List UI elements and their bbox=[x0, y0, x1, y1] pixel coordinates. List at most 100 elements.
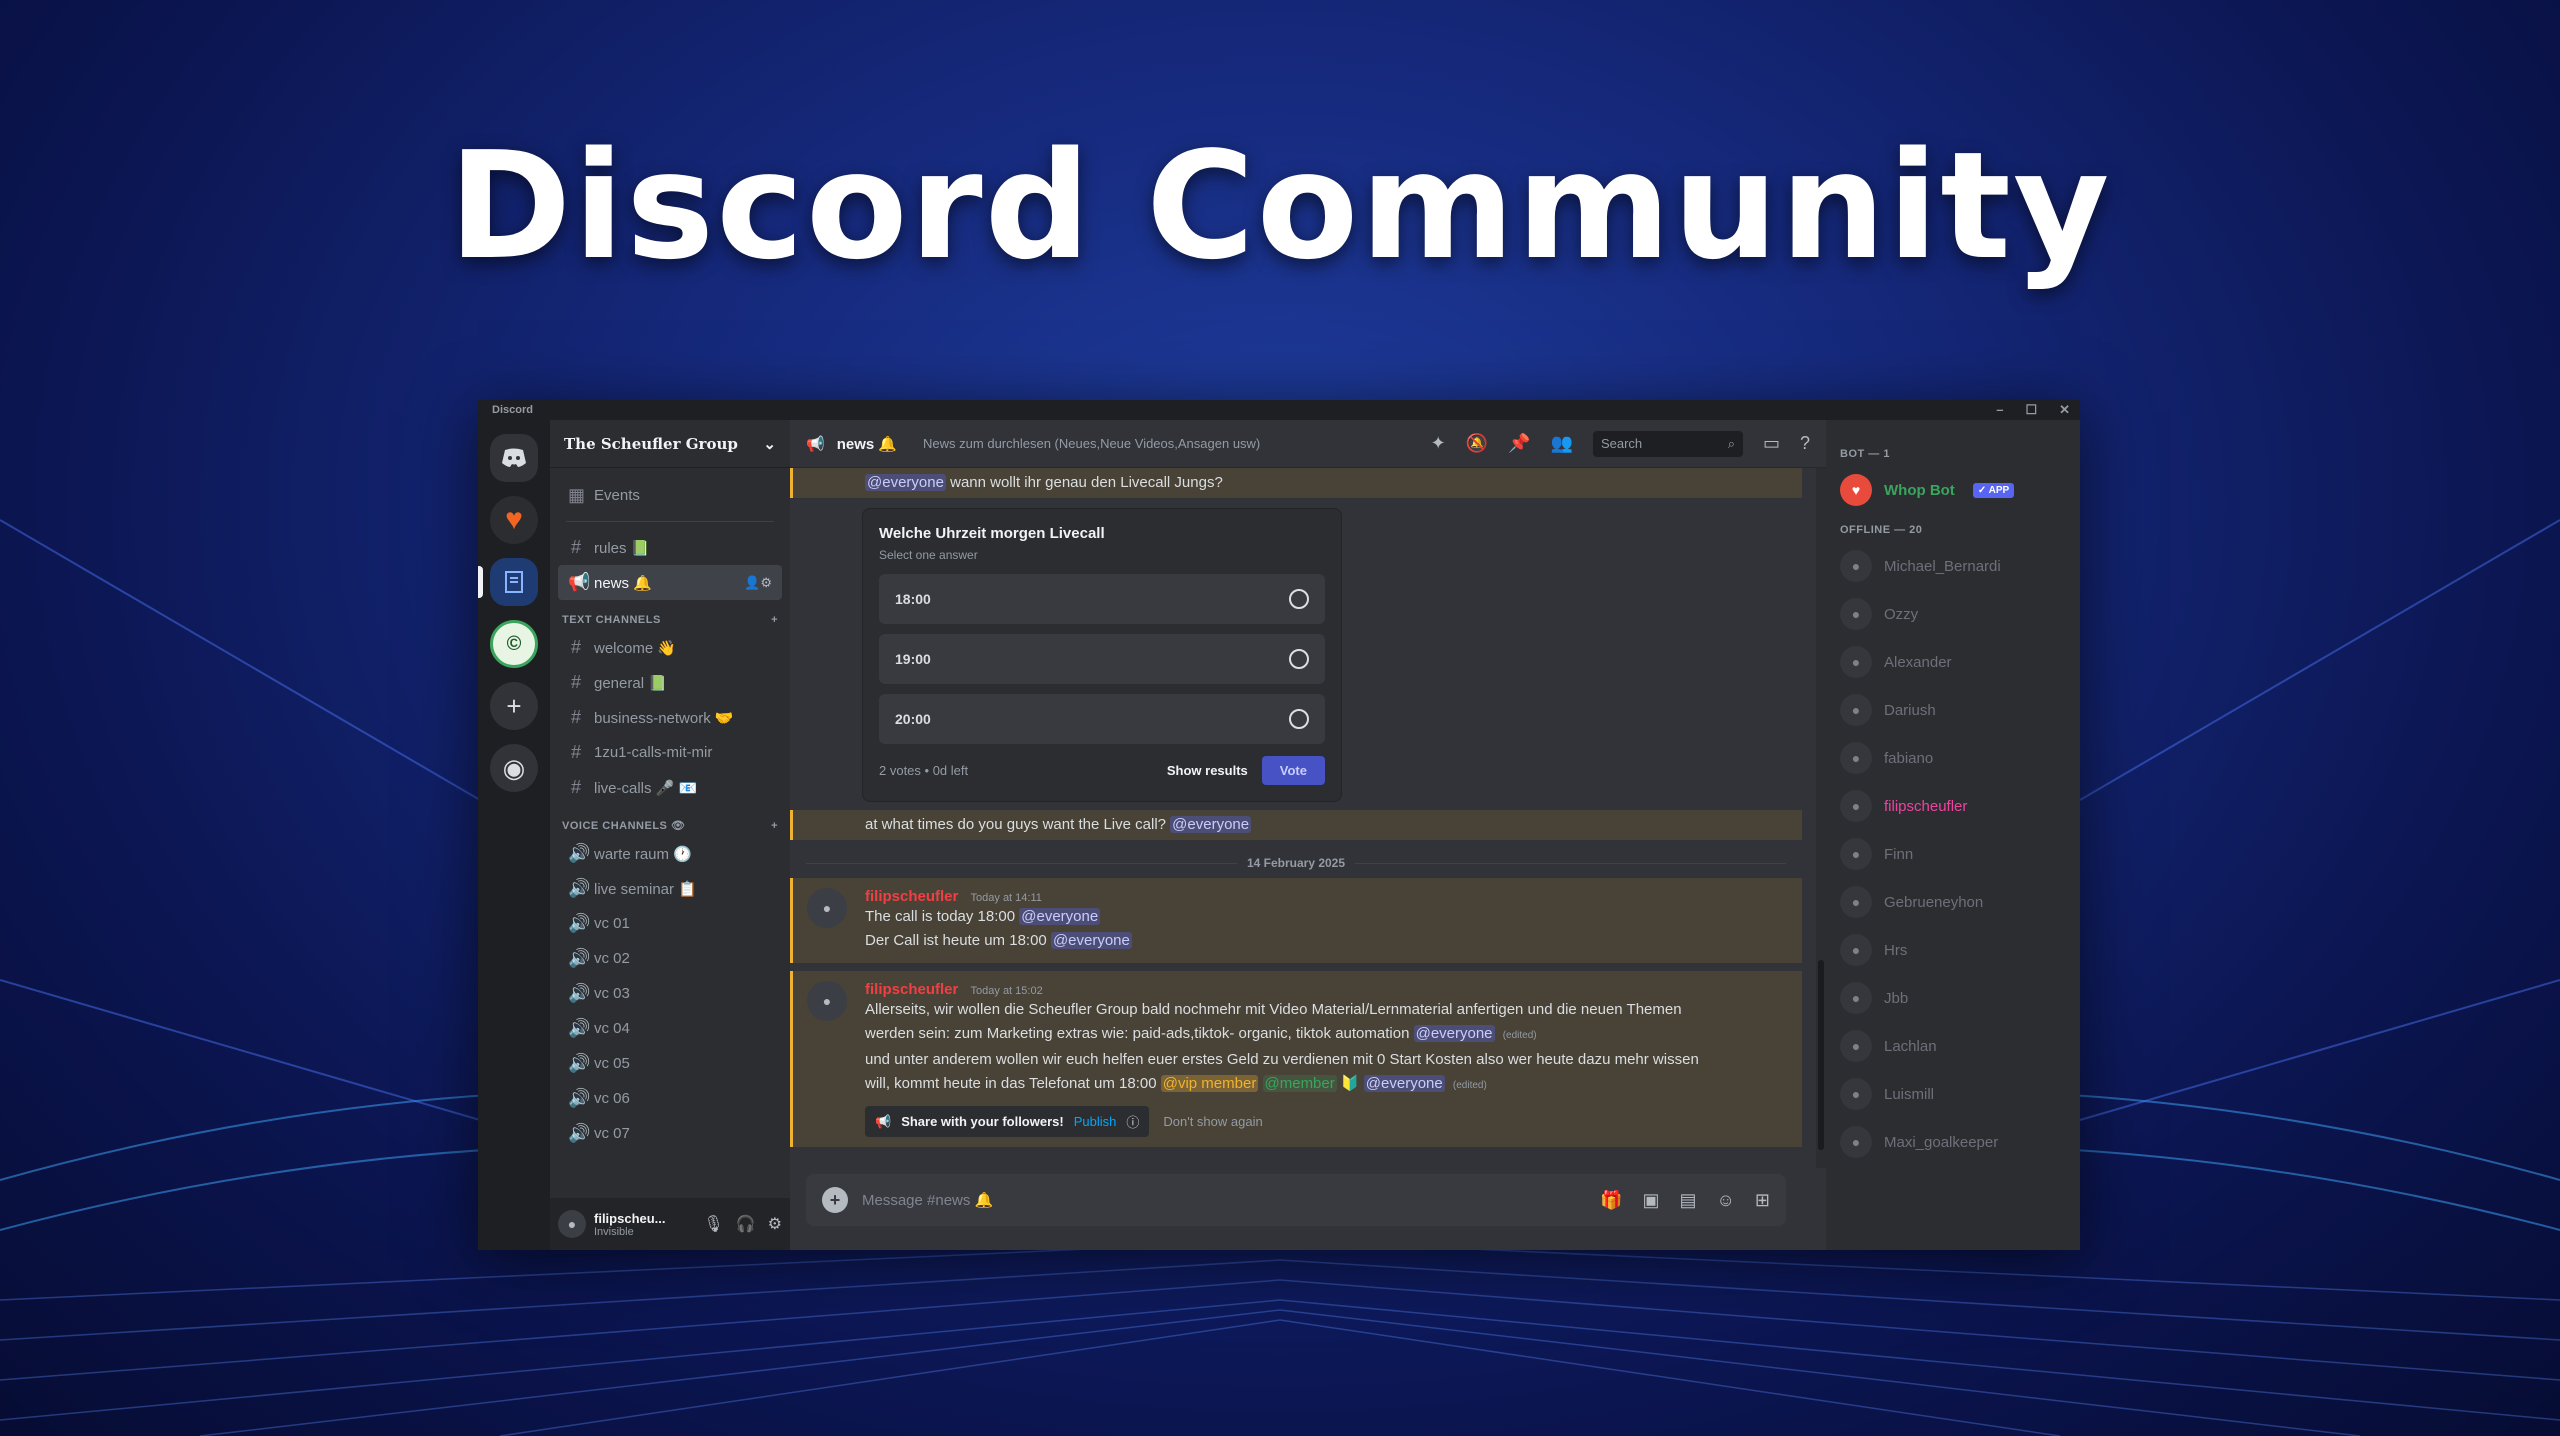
server-icon-scheufler-group[interactable] bbox=[478, 558, 538, 606]
member-item[interactable]: ● fabiano bbox=[1840, 734, 2066, 782]
close-button[interactable]: ✕ bbox=[2059, 402, 2070, 418]
radio-icon[interactable] bbox=[1289, 649, 1309, 669]
add-server-icon[interactable]: + bbox=[490, 682, 538, 730]
category-voice-channels[interactable]: VOICE CHANNELS 👁 + bbox=[558, 805, 782, 836]
category-text-channels[interactable]: TEXT CHANNELS + bbox=[558, 600, 782, 630]
poll-option[interactable]: 19:00 bbox=[879, 634, 1325, 684]
message-question[interactable]: at what times do you guys want the Live … bbox=[790, 810, 1802, 840]
mention[interactable]: @everyone bbox=[1050, 932, 1132, 949]
gear-icon[interactable]: ⚙ bbox=[768, 1214, 782, 1234]
channel-1zu1-calls[interactable]: #1zu1-calls-mit-mir bbox=[558, 735, 782, 770]
message-author[interactable]: filipscheufler bbox=[865, 888, 958, 905]
member-item[interactable]: ● Michael_Bernardi bbox=[1840, 542, 2066, 590]
add-channel-icon[interactable]: + bbox=[771, 614, 778, 626]
headphones-icon[interactable]: 🎧 bbox=[736, 1214, 756, 1234]
mention[interactable]: @everyone bbox=[1019, 908, 1101, 925]
voice-channel-vc02[interactable]: 🔊 vc 02 bbox=[558, 941, 782, 976]
minimize-button[interactable]: – bbox=[1996, 402, 2003, 418]
member-item[interactable]: ● Maxi_goalkeeper bbox=[1840, 1118, 2066, 1166]
voice-channel-vc01[interactable]: 🔊 vc 01 bbox=[558, 906, 782, 941]
member-item[interactable]: ● Gebrueneyhon bbox=[1840, 878, 2066, 926]
poll-option[interactable]: 20:00 bbox=[879, 694, 1325, 744]
mention[interactable]: @everyone bbox=[1363, 1075, 1445, 1092]
add-channel-icon[interactable]: + bbox=[771, 820, 778, 832]
member-item[interactable]: ● Dariush bbox=[1840, 686, 2066, 734]
channel-topic[interactable]: News zum durchlesen (Neues,Neue Videos,A… bbox=[923, 436, 1260, 451]
role-mention-vip[interactable]: @vip member bbox=[1160, 1075, 1259, 1092]
mention[interactable]: @everyone bbox=[1170, 816, 1252, 833]
member-item[interactable]: ♥ Whop Bot ✓ APP bbox=[1840, 466, 2066, 514]
info-icon[interactable]: ⓘ bbox=[1126, 1112, 1139, 1131]
message-author[interactable]: filipscheufler bbox=[865, 981, 958, 998]
user-name: filipscheu... bbox=[594, 1210, 666, 1226]
message-top[interactable]: @everyone wann wollt ihr genau den Livec… bbox=[790, 468, 1802, 498]
microphone-icon[interactable]: 🎙 bbox=[703, 1214, 723, 1234]
voice-channel-warte-raum[interactable]: 🔊 warte raum 🕐 bbox=[558, 836, 782, 871]
message[interactable]: ● filipscheufler Today at 15:02 Allersei… bbox=[790, 971, 1802, 1147]
member-item[interactable]: ● Lachlan bbox=[1840, 1022, 2066, 1070]
voice-channel-vc03[interactable]: 🔊 vc 03 bbox=[558, 976, 782, 1011]
server-header[interactable]: The Scheufler Group ⌄ bbox=[550, 420, 790, 468]
member-item[interactable]: ● Alexander bbox=[1840, 638, 2066, 686]
channel-title: news 🔔 bbox=[836, 435, 898, 453]
radio-icon[interactable] bbox=[1289, 589, 1309, 609]
mention[interactable]: @everyone bbox=[865, 474, 946, 491]
poll-option-label: 18:00 bbox=[895, 591, 931, 607]
maximize-button[interactable]: ☐ bbox=[2025, 402, 2037, 418]
show-results-button[interactable]: Show results bbox=[1167, 763, 1248, 778]
member-item[interactable]: ● Ozzy bbox=[1840, 590, 2066, 638]
sticker-icon[interactable]: ▤ bbox=[1680, 1190, 1697, 1211]
vote-button[interactable]: Vote bbox=[1261, 756, 1325, 785]
emoji-icon[interactable]: ☺ bbox=[1717, 1190, 1735, 1211]
radio-icon[interactable] bbox=[1289, 709, 1309, 729]
avatar[interactable]: ● bbox=[807, 888, 847, 928]
message-input[interactable]: Message #news 🔔 bbox=[862, 1191, 993, 1209]
explore-icon[interactable]: ◉ bbox=[490, 744, 538, 792]
member-item[interactable]: ● Finn bbox=[1840, 830, 2066, 878]
avatar[interactable]: ● bbox=[807, 981, 847, 1021]
channel-news[interactable]: 📢 news 🔔 👤⚙ bbox=[558, 565, 782, 600]
add-attachment-icon[interactable]: + bbox=[822, 1187, 848, 1213]
avatar: ● bbox=[1840, 598, 1872, 630]
gift-icon[interactable]: 🎁 bbox=[1600, 1190, 1622, 1211]
voice-channel-vc05[interactable]: 🔊 vc 05 bbox=[558, 1046, 782, 1081]
search-input[interactable]: Search ⌕ bbox=[1592, 430, 1743, 457]
apps-icon[interactable]: ⊞ bbox=[1755, 1190, 1770, 1211]
voice-channel-vc04[interactable]: 🔊 vc 04 bbox=[558, 1011, 782, 1046]
message-text: Allerseits, wir wollen die Scheufler Gro… bbox=[865, 1001, 1682, 1018]
scrollbar-thumb[interactable] bbox=[1818, 960, 1824, 1150]
gif-icon[interactable]: ▣ bbox=[1642, 1190, 1659, 1211]
member-item[interactable]: ● filipscheufler bbox=[1840, 782, 2066, 830]
dont-show-again-link[interactable]: Don't show again bbox=[1163, 1114, 1262, 1129]
poll-option[interactable]: 18:00 bbox=[879, 574, 1325, 624]
pin-icon[interactable]: 📌 bbox=[1508, 433, 1530, 454]
channel-welcome[interactable]: # welcome 👋 bbox=[558, 630, 782, 665]
server-icon-whop[interactable]: ♥ bbox=[490, 496, 538, 544]
message-composer[interactable]: + Message #news 🔔 🎁 ▣ ▤ ☺ ⊞ bbox=[806, 1174, 1786, 1226]
voice-channel-vc07[interactable]: 🔊 vc 07 bbox=[558, 1116, 782, 1151]
member-list-icon[interactable]: 👥 bbox=[1551, 433, 1573, 454]
channel-settings-icon[interactable]: 👤⚙ bbox=[744, 575, 772, 591]
server-icon-green[interactable]: © bbox=[490, 620, 538, 668]
avatar[interactable]: ● bbox=[558, 1210, 586, 1238]
mention[interactable]: @everyone bbox=[1413, 1025, 1495, 1042]
member-item[interactable]: ● Luismill bbox=[1840, 1070, 2066, 1118]
events-item[interactable]: ▦ Events bbox=[558, 478, 782, 513]
channel-general[interactable]: # general 📗 bbox=[558, 665, 782, 700]
discord-home-icon[interactable] bbox=[490, 434, 538, 482]
help-icon[interactable]: ? bbox=[1800, 433, 1810, 454]
voice-channel-vc06[interactable]: 🔊 vc 06 bbox=[558, 1081, 782, 1116]
member-item[interactable]: ● Hrs bbox=[1840, 926, 2066, 974]
member-item[interactable]: ● Jbb bbox=[1840, 974, 2066, 1022]
publish-link[interactable]: Publish bbox=[1074, 1114, 1117, 1129]
threads-icon[interactable]: ✦ bbox=[1431, 433, 1446, 454]
role-mention-member[interactable]: @member bbox=[1262, 1075, 1337, 1092]
channel-rules[interactable]: # rules 📗 bbox=[558, 530, 782, 565]
channel-business-network[interactable]: # business-network 🤝 bbox=[558, 700, 782, 735]
inbox-icon[interactable]: ▭ bbox=[1763, 433, 1780, 454]
channel-live-calls[interactable]: # live-calls 🎤 📧 bbox=[558, 770, 782, 805]
message[interactable]: ● filipscheufler Today at 14:11 The call… bbox=[790, 878, 1802, 963]
voice-channel-live-seminar[interactable]: 🔊 live seminar 📋 bbox=[558, 871, 782, 906]
notification-bell-icon[interactable]: 🔕 bbox=[1466, 433, 1488, 454]
hashtag-icon: # bbox=[570, 742, 581, 762]
